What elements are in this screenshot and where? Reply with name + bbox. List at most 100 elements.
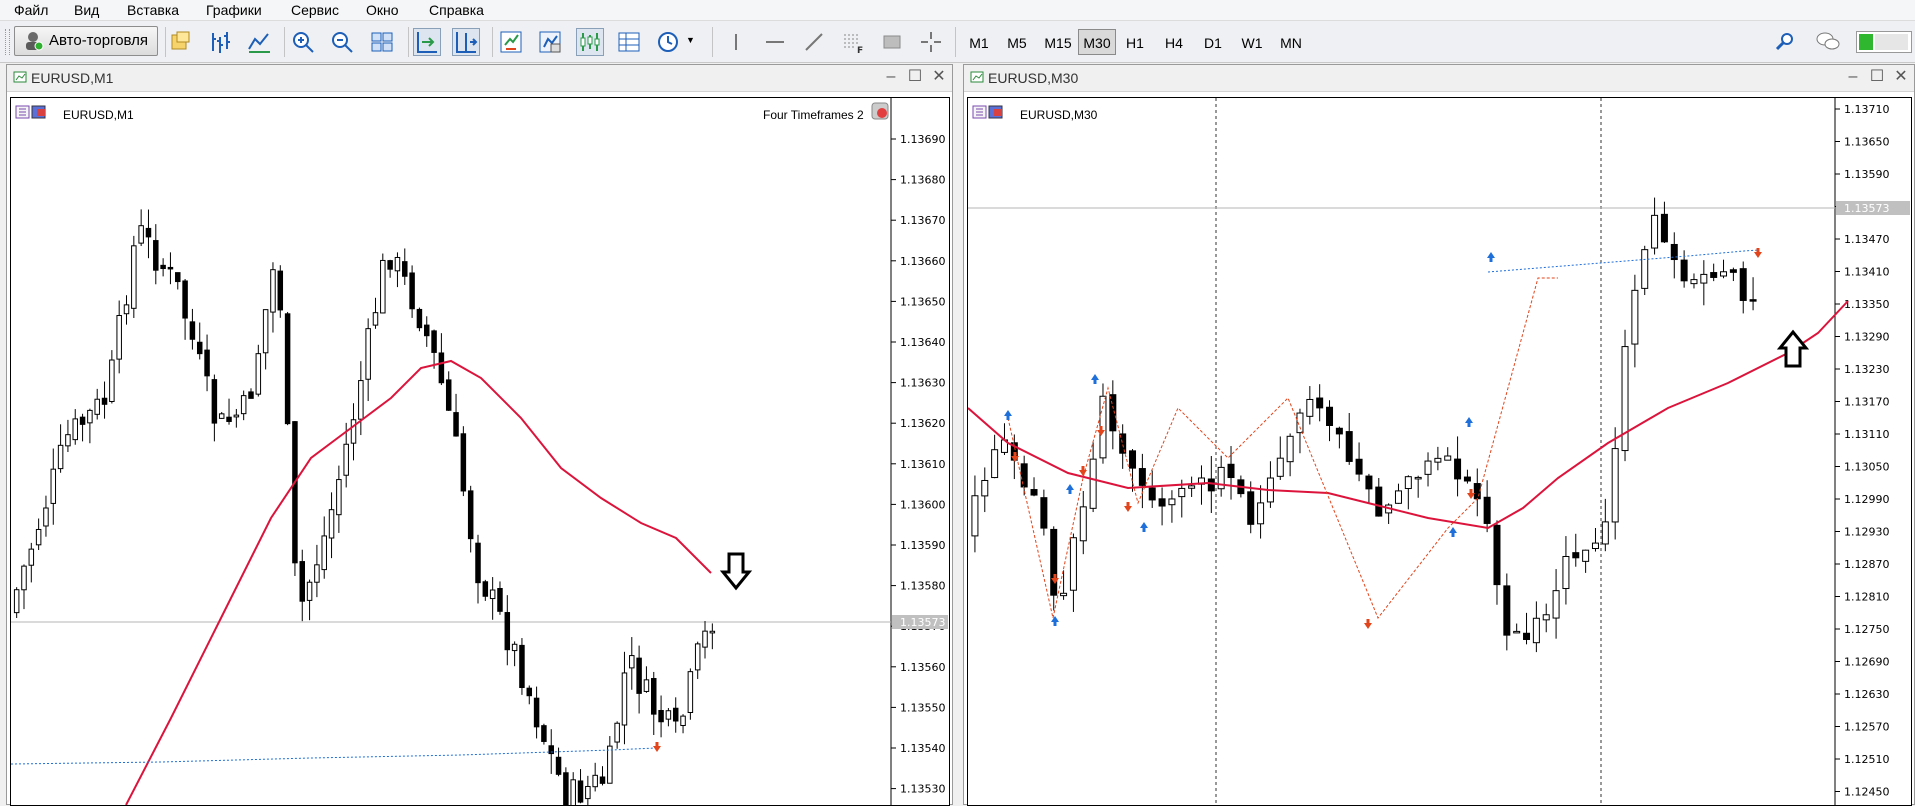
chart-window-eurusd-m1[interactable]: EURUSD,M1 – ☐ ✕ 1.13690 1.13680 1.13670 1.1… [6, 64, 953, 806]
candle [651, 678, 657, 715]
indicator-settings-icon[interactable] [871, 102, 889, 120]
candle [233, 414, 240, 418]
timeframe-mn-button[interactable]: MN [1276, 29, 1306, 55]
menu-window[interactable]: Окно [366, 2, 399, 18]
candle [1069, 537, 1077, 591]
maximize-button[interactable]: ☐ [1866, 67, 1888, 87]
candle [599, 776, 606, 784]
chart-window-titlebar[interactable]: EURUSD,M1 – ☐ ✕ [7, 65, 952, 92]
price-tick-label: 1.13290 [1844, 331, 1890, 344]
rectangle-button[interactable] [878, 28, 906, 56]
auto-trading-button[interactable]: Авто-торговля [14, 26, 158, 56]
line-chart-button[interactable] [245, 28, 273, 56]
timeframe-h4-button[interactable]: H4 [1159, 29, 1189, 55]
menu-file[interactable]: Файл [14, 2, 48, 18]
trendline-icon [805, 33, 823, 51]
menu-help[interactable]: Справка [429, 2, 484, 18]
candle [1690, 279, 1698, 285]
toolbar-grip[interactable] [5, 29, 10, 55]
clock-button[interactable] [655, 28, 683, 56]
sell-signal-arrow [653, 742, 661, 752]
candle [709, 630, 716, 634]
candle [28, 548, 35, 566]
zoom-in-icon [293, 32, 314, 53]
crosshair-button[interactable] [917, 28, 945, 56]
candle [607, 745, 613, 784]
toolbar-separator [408, 27, 409, 57]
price-tick-label: 1.13710 [1844, 103, 1890, 116]
buy-signal-arrow [1140, 522, 1148, 532]
clock-dropdown-icon[interactable]: ▼ [686, 35, 695, 45]
zoom-out-button[interactable] [328, 28, 356, 56]
autoscroll-button[interactable] [413, 28, 441, 56]
vertical-line-button[interactable] [722, 28, 750, 56]
buy-signal-arrow [1051, 616, 1059, 626]
candle [50, 468, 57, 504]
horizontal-line-button[interactable] [761, 28, 789, 56]
candle [270, 269, 276, 313]
indicators-button[interactable] [497, 28, 525, 56]
close-button[interactable]: ✕ [928, 67, 950, 87]
menu-insert[interactable]: Вставка [127, 2, 179, 18]
timeframe-m1-button[interactable]: M1 [964, 29, 994, 55]
timeframe-h1-button[interactable]: H1 [1120, 29, 1150, 55]
templates-button[interactable] [536, 28, 564, 56]
search-button[interactable] [1771, 28, 1799, 56]
chart-plot-area[interactable]: 1.137101.136501.135901.135301.134701.134… [967, 97, 1912, 806]
candle [57, 444, 64, 470]
chat-button[interactable] [1814, 28, 1842, 56]
candle [453, 412, 459, 437]
candle [1641, 249, 1649, 289]
price-tick-label: 1.13660 [900, 255, 946, 268]
candle [394, 256, 401, 272]
bar-chart-button[interactable] [206, 28, 234, 56]
price-tick-label: 1.13600 [900, 498, 946, 511]
up-signal-arrow [1776, 329, 1810, 368]
candle [1030, 489, 1038, 496]
menu-charts[interactable]: Графики [206, 2, 262, 18]
chart-plot-area[interactable]: 1.13690 1.13680 1.13670 1.13660 1.13650 1.136… [10, 97, 950, 806]
close-button[interactable]: ✕ [1890, 67, 1912, 87]
maximize-button[interactable]: ☐ [904, 67, 926, 87]
candle [489, 589, 496, 600]
timeframe-m15-button[interactable]: M15 [1040, 29, 1076, 55]
minimize-button[interactable]: – [1842, 67, 1864, 87]
minimize-button[interactable]: – [880, 67, 902, 87]
timeframe-d1-button[interactable]: D1 [1198, 29, 1228, 55]
candle [1020, 463, 1028, 488]
chart-shift-button[interactable] [452, 28, 480, 56]
chart-canvas[interactable]: 1.13690 1.13680 1.13670 1.13660 1.13650 1.136… [11, 98, 949, 805]
period-separators-button[interactable] [576, 28, 604, 56]
grid-button[interactable] [615, 28, 643, 56]
rectangle-icon [883, 35, 901, 49]
menu-tools[interactable]: Сервис [291, 2, 339, 18]
chart-canvas[interactable]: 1.137101.136501.135901.135301.134701.134… [968, 98, 1911, 805]
candle [1454, 458, 1462, 480]
timeframe-m5-button[interactable]: M5 [1002, 29, 1032, 55]
menu-view[interactable]: Вид [74, 2, 99, 18]
candle [1729, 269, 1737, 273]
price-tick-label: 1.13610 [900, 458, 946, 471]
price-tick-label: 1.13230 [1844, 363, 1890, 376]
timeframe-w1-button[interactable]: W1 [1237, 29, 1267, 55]
candle [1532, 617, 1540, 644]
candle [131, 245, 137, 309]
chart-window-titlebar[interactable]: EURUSD,M30 – ☐ ✕ [964, 65, 1914, 92]
symbol-label: EURUSD,M30 [1020, 108, 1098, 122]
sell-signal-arrow [1124, 502, 1132, 512]
price-tick-label: 1.12870 [1844, 558, 1890, 571]
tile-windows-button[interactable] [368, 28, 396, 56]
timeframe-m30-button[interactable]: M30 [1078, 29, 1116, 55]
fibonacci-button[interactable]: F [839, 28, 867, 56]
new-chart-button[interactable] [167, 28, 195, 56]
candle [1394, 490, 1402, 504]
buy-signal-arrow [1449, 527, 1457, 537]
candle [321, 535, 327, 571]
candle [445, 379, 452, 411]
trendline-button[interactable] [800, 28, 828, 56]
zoom-in-button[interactable] [289, 28, 317, 56]
candle [167, 266, 174, 270]
chart-window-eurusd-m30[interactable]: EURUSD,M30 – ☐ ✕ 1.13710 1.13650 1.13590 1.… [963, 64, 1915, 806]
price-tick-label: 1.13170 [1844, 396, 1890, 409]
connection-status[interactable] [1856, 31, 1912, 53]
